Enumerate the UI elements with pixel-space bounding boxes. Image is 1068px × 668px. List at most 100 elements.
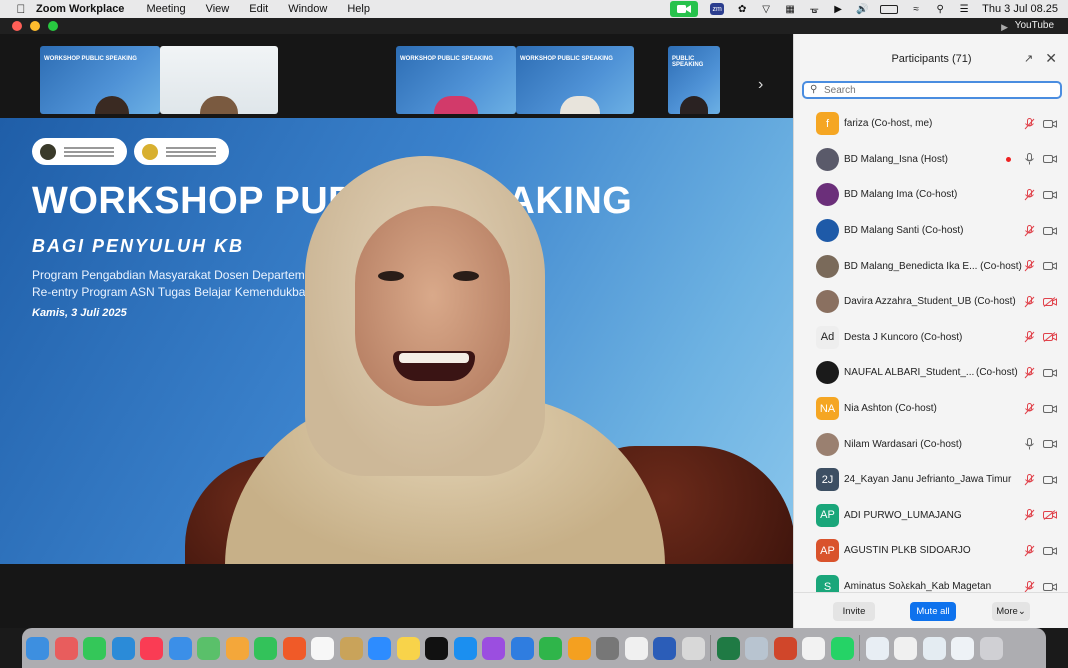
- thumbnail-video[interactable]: WORKSHOP PUBLIC SPEAKING: [40, 46, 160, 114]
- mail-icon[interactable]: [168, 636, 192, 660]
- mic-muted-icon[interactable]: [1023, 260, 1035, 272]
- participant-row[interactable]: AP AGUSTIN PLKB SIDOARJO: [794, 533, 1068, 569]
- participants-list[interactable]: f fariza (Co-host, me) BD Malang_Isna (Hos…: [794, 106, 1068, 592]
- zoom-menu-icon[interactable]: zm: [710, 3, 725, 15]
- bluetooth-icon[interactable]: ᚗ: [808, 3, 820, 15]
- menu-help[interactable]: Help: [347, 3, 370, 15]
- thumbnail-video[interactable]: PUBLIC SPEAKING: [668, 46, 720, 114]
- camera-icon[interactable]: [1043, 189, 1057, 201]
- mic-muted-icon[interactable]: [1023, 402, 1035, 415]
- word-icon[interactable]: [653, 636, 676, 660]
- control-center-icon[interactable]: ☰: [958, 3, 970, 15]
- podcasts-icon[interactable]: [482, 636, 505, 660]
- participant-row[interactable]: BD Malang Santi (Co-host): [794, 213, 1068, 249]
- finder-icon[interactable]: [26, 636, 49, 660]
- menu-meeting[interactable]: Meeting: [146, 3, 185, 15]
- menu-app-name[interactable]: Zoom Workplace: [36, 3, 124, 15]
- music-icon[interactable]: [140, 636, 163, 660]
- mic-muted-icon[interactable]: [1023, 473, 1035, 486]
- mic-muted-icon[interactable]: [1023, 544, 1035, 557]
- maps-icon[interactable]: [197, 636, 220, 660]
- camera-icon[interactable]: [1043, 438, 1057, 450]
- keynote-icon[interactable]: [510, 636, 534, 660]
- calendar-icon[interactable]: [311, 636, 334, 660]
- launchpad-icon[interactable]: [54, 636, 78, 660]
- photos-icon[interactable]: [225, 636, 249, 660]
- youtube-label[interactable]: YouTube: [1015, 20, 1054, 31]
- camera-icon[interactable]: [1043, 225, 1057, 237]
- powerpoint-icon[interactable]: [773, 636, 797, 660]
- zoom-icon[interactable]: [368, 636, 391, 660]
- camera-off-icon[interactable]: [1043, 509, 1057, 521]
- search-input[interactable]: [824, 84, 1044, 96]
- participant-row[interactable]: BD Malang Ima (Co-host): [794, 177, 1068, 213]
- mic-muted-icon[interactable]: [1023, 366, 1035, 379]
- brave-icon[interactable]: [282, 636, 306, 660]
- mic-muted-icon[interactable]: [1023, 509, 1035, 521]
- messages-icon[interactable]: [83, 636, 106, 660]
- menu-window[interactable]: Window: [288, 3, 327, 15]
- phone-mirror-icon[interactable]: [681, 636, 705, 660]
- mic-icon[interactable]: [1023, 438, 1035, 450]
- mute-all-button[interactable]: Mute all: [910, 602, 956, 621]
- safari-icon[interactable]: [111, 636, 135, 660]
- participant-row[interactable]: 2J 24_Kayan Janu Jefrianto_Jawa Timur: [794, 462, 1068, 498]
- minimize-window-button[interactable]: [30, 21, 40, 31]
- mic-muted-icon[interactable]: [1023, 188, 1035, 201]
- shield-icon[interactable]: ▽: [760, 3, 772, 15]
- more-button[interactable]: More ⌄: [992, 602, 1030, 621]
- recent-doc-icon[interactable]: [951, 636, 974, 660]
- mic-muted-icon[interactable]: [1023, 224, 1035, 237]
- numbers-icon[interactable]: [539, 636, 562, 660]
- camera-icon[interactable]: [1043, 545, 1057, 557]
- zoom-video-status-icon[interactable]: [670, 1, 699, 17]
- participant-row[interactable]: f fariza (Co-host, me): [794, 106, 1068, 142]
- active-speaker-video[interactable]: WORKSHOP PUBLIC SPEAKING BAGI PENYULUH K…: [0, 118, 793, 564]
- close-window-button[interactable]: [12, 21, 22, 31]
- appstore-icon[interactable]: [453, 636, 477, 660]
- popout-icon[interactable]: ↗: [1024, 52, 1036, 65]
- mic-muted-icon[interactable]: [1023, 331, 1035, 343]
- thumbnail-video[interactable]: WORKSHOP PUBLIC SPEAKING: [516, 46, 634, 114]
- participant-row[interactable]: BD Malang_Isna (Host): [794, 142, 1068, 178]
- play-icon[interactable]: ▶: [832, 3, 844, 15]
- menu-edit[interactable]: Edit: [249, 3, 268, 15]
- camera-icon[interactable]: [1043, 153, 1057, 165]
- participant-row[interactable]: AP ADI PURWO_LUMAJANG: [794, 498, 1068, 534]
- apple-icon[interactable]: : [14, 2, 28, 16]
- camera-off-icon[interactable]: [1043, 296, 1057, 308]
- facetime-icon[interactable]: [254, 636, 277, 660]
- thumbnail-video[interactable]: [160, 46, 278, 114]
- participant-row[interactable]: Nilam Wardasari (Co-host): [794, 426, 1068, 462]
- camera-icon[interactable]: [1043, 118, 1057, 130]
- wifi-icon[interactable]: ≈: [910, 3, 922, 15]
- chatgpt-icon[interactable]: ✿: [736, 3, 748, 15]
- zoom-window-button[interactable]: [48, 21, 58, 31]
- chevron-right-icon[interactable]: ›: [758, 76, 763, 94]
- battery-icon[interactable]: [880, 4, 899, 14]
- camera-icon[interactable]: [1043, 260, 1057, 272]
- close-icon[interactable]: ✕: [1045, 50, 1057, 67]
- preview-icon[interactable]: [745, 636, 768, 660]
- chatgpt-icon[interactable]: [802, 636, 825, 660]
- thumbnail-video[interactable]: WORKSHOP PUBLIC SPEAKING: [396, 46, 516, 114]
- excel-icon[interactable]: [716, 636, 740, 660]
- camera-icon[interactable]: [1043, 403, 1057, 415]
- participant-row[interactable]: NA Nia Ashton (Co-host): [794, 391, 1068, 427]
- mic-muted-icon[interactable]: [1023, 117, 1035, 130]
- pages-icon[interactable]: [567, 636, 591, 660]
- trash-icon[interactable]: [979, 636, 1003, 660]
- notes-app-icon[interactable]: [339, 636, 363, 660]
- mic-muted-icon[interactable]: [1023, 295, 1035, 308]
- recent-doc-icon[interactable]: [922, 636, 946, 660]
- keyboard-icon[interactable]: ▦: [784, 3, 796, 15]
- mic-icon[interactable]: [1023, 153, 1035, 165]
- camera-off-icon[interactable]: [1043, 331, 1057, 343]
- freeform-icon[interactable]: [624, 636, 648, 660]
- camera-icon[interactable]: [1043, 367, 1057, 379]
- settings-icon[interactable]: [596, 636, 619, 660]
- mic-muted-icon[interactable]: [1023, 580, 1035, 592]
- recent-doc-icon[interactable]: [865, 636, 889, 660]
- camera-icon[interactable]: [1043, 474, 1057, 486]
- participant-row[interactable]: NAUFAL ALBARI_Student_... (Co-host): [794, 355, 1068, 391]
